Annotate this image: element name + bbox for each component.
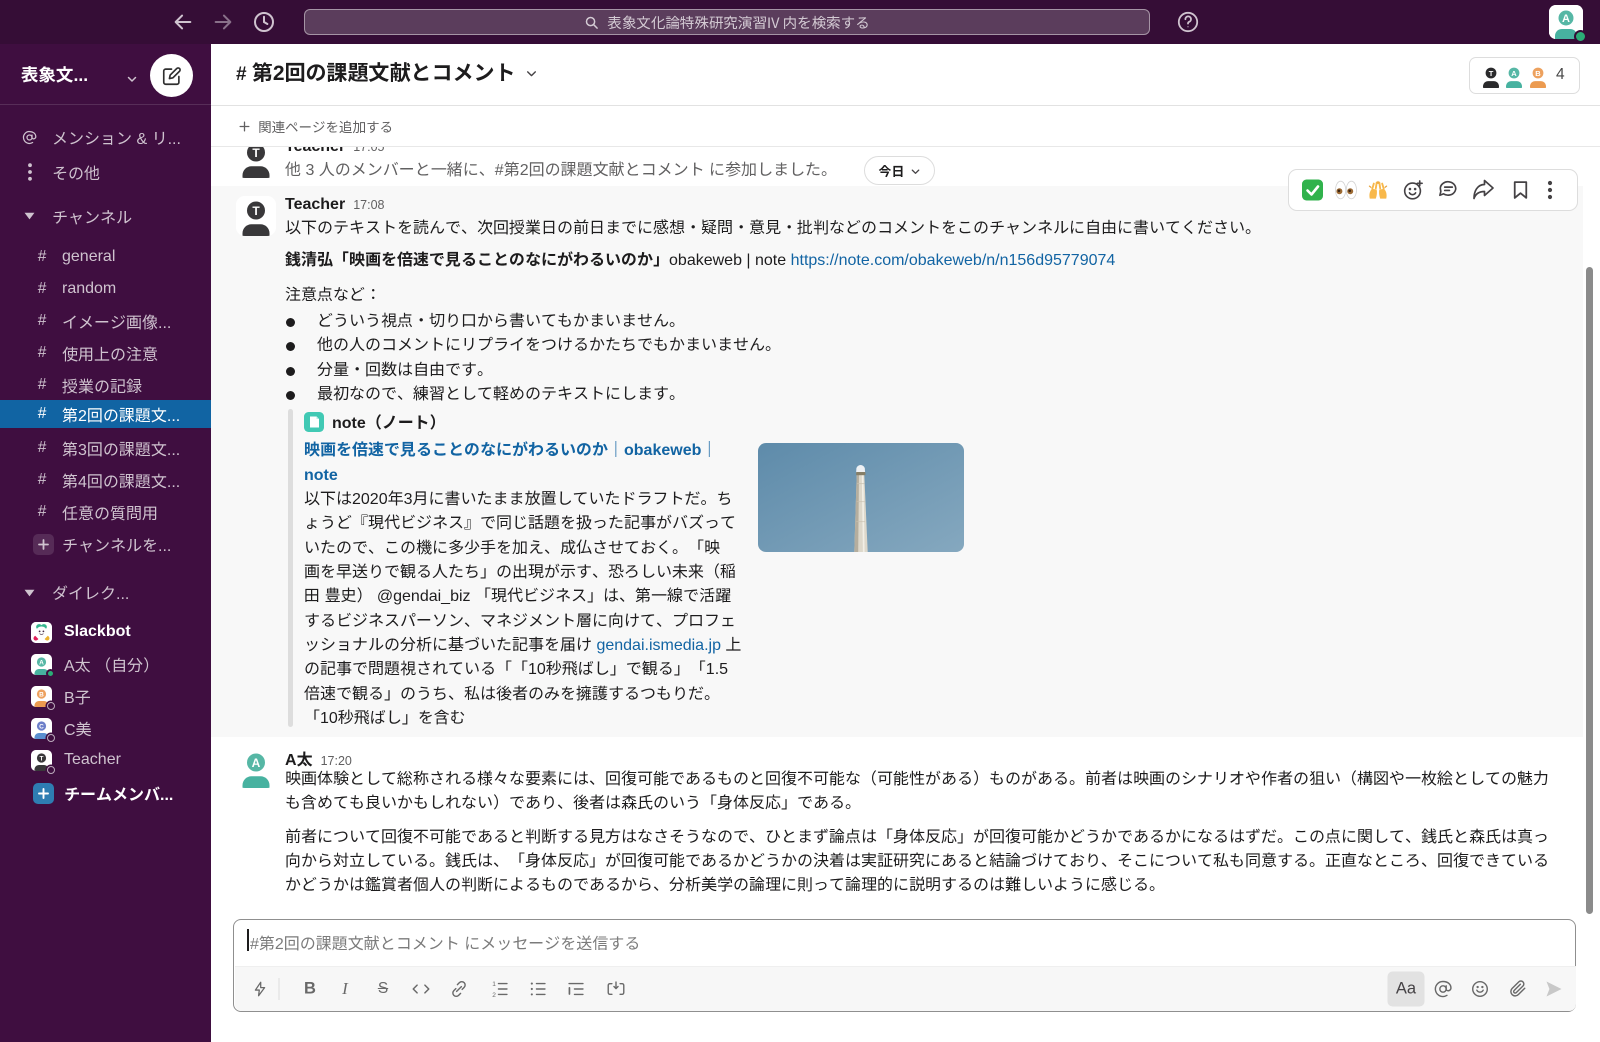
svg-text:T: T — [40, 755, 44, 762]
svg-text:B: B — [39, 691, 44, 698]
svg-text:A: A — [252, 756, 261, 770]
svg-text:2: 2 — [492, 992, 496, 998]
svg-text:T: T — [252, 204, 260, 218]
svg-text:A: A — [39, 659, 44, 666]
svg-text:T: T — [1489, 69, 1494, 78]
svg-text:A: A — [1511, 69, 1517, 78]
svg-text:T: T — [252, 147, 260, 160]
svg-text:C: C — [39, 723, 44, 730]
svg-text:1: 1 — [492, 981, 496, 988]
svg-text:A: A — [1562, 13, 1570, 25]
svg-text:B: B — [1535, 69, 1541, 78]
